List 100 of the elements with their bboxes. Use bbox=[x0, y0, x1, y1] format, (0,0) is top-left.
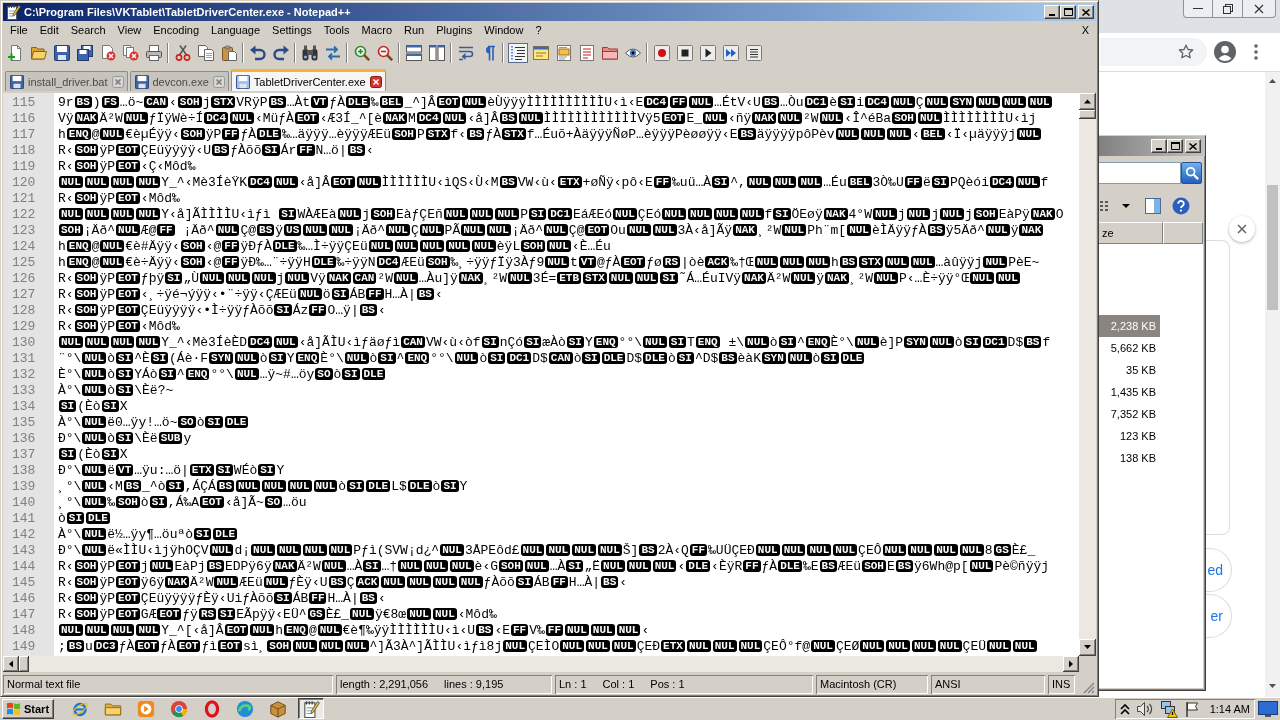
close-icon[interactable] bbox=[369, 75, 382, 88]
list-icon[interactable] bbox=[745, 45, 762, 61]
show-desktop-icon[interactable] bbox=[1258, 700, 1278, 717]
close-all-icon[interactable] bbox=[122, 45, 139, 61]
search-field[interactable] bbox=[1098, 162, 1181, 184]
profile-icon[interactable] bbox=[1214, 41, 1236, 63]
menu-item[interactable]: Plugins bbox=[430, 22, 479, 39]
caret-down-icon[interactable] bbox=[1122, 204, 1130, 208]
clock[interactable]: 1:14 AM bbox=[1209, 702, 1250, 715]
menu-item[interactable]: Encoding bbox=[147, 22, 206, 39]
side-panes-icon[interactable] bbox=[428, 45, 445, 61]
text-wrap-icon[interactable] bbox=[457, 45, 474, 61]
browser-circle-icon bbox=[170, 699, 188, 718]
save-icon[interactable] bbox=[53, 45, 70, 61]
line-number: 128 bbox=[11, 303, 37, 319]
speaker-icon[interactable] bbox=[1135, 700, 1154, 717]
menu-item[interactable]: View bbox=[111, 22, 148, 39]
stacked-panes-icon[interactable] bbox=[405, 45, 422, 61]
swap-arrows-icon[interactable] bbox=[324, 45, 341, 61]
minimize-icon bbox=[1156, 148, 1162, 150]
address-field[interactable] bbox=[1100, 38, 1207, 66]
copy-icon[interactable] bbox=[197, 45, 214, 61]
clipboard-icon[interactable] bbox=[220, 45, 237, 61]
close-file-icon[interactable] bbox=[99, 45, 116, 61]
zoom-in-icon[interactable] bbox=[353, 45, 370, 61]
horizontal-scrollbar[interactable] bbox=[3, 656, 1096, 672]
menu-item[interactable]: File bbox=[4, 22, 34, 39]
notepad-icon bbox=[5, 4, 21, 20]
column-header[interactable] bbox=[1163, 222, 1203, 244]
view-grid-icon[interactable] bbox=[1100, 201, 1108, 211]
menu-item[interactable]: Language bbox=[205, 22, 267, 39]
line-number: 131 bbox=[11, 351, 37, 367]
line-number: 145 bbox=[11, 575, 37, 591]
column-header[interactable]: ze bbox=[1098, 222, 1163, 244]
resize-grip-icon[interactable] bbox=[1083, 682, 1095, 694]
restore-button[interactable] bbox=[1213, 0, 1243, 18]
menu-item[interactable]: ? bbox=[529, 22, 548, 39]
eye-icon[interactable] bbox=[624, 45, 641, 61]
maximize-button[interactable] bbox=[1167, 139, 1183, 153]
flag-icon[interactable] bbox=[1183, 700, 1200, 717]
menu-item[interactable]: Run bbox=[398, 22, 431, 39]
vertical-scrollbar[interactable] bbox=[1079, 93, 1096, 656]
binoculars-icon[interactable] bbox=[301, 45, 318, 61]
star-icon[interactable] bbox=[1178, 44, 1194, 60]
window-icon[interactable] bbox=[532, 45, 549, 61]
menu-item[interactable]: Edit bbox=[33, 22, 65, 39]
file-size-cell[interactable]: 2,238 KB bbox=[1098, 315, 1160, 337]
file-size-cell[interactable]: 123 KB bbox=[1098, 425, 1160, 447]
save-all-icon[interactable] bbox=[76, 45, 93, 61]
close-document-button[interactable]: X bbox=[1077, 22, 1093, 39]
line-number: 118 bbox=[11, 143, 37, 159]
folder-icon[interactable] bbox=[30, 45, 47, 61]
menu-item[interactable]: Settings bbox=[266, 22, 318, 39]
tab[interactable]: install_driver.bat bbox=[5, 71, 128, 91]
help-icon[interactable] bbox=[1172, 197, 1190, 215]
code-line: Ð°\ NUL ë«ÌÌU‹ìjÿhOÇV NUL d¡ NUL NUL NUL NUL Pƒì(SVW¡d¿^ NUL 3ÅPEôd£ NUL NUL NUL NUL Š] BS 2À‹Q FF ‰UÜÇEÐ NUL NUL NUL NUL ÇEÔ NUL NUL NUL NUL 8 GS È£_ bbox=[58, 543, 1036, 559]
menu-item[interactable]: Search bbox=[64, 22, 112, 39]
file-size-cell[interactable]: 7,352 KB bbox=[1098, 403, 1160, 425]
menu-item[interactable]: Window bbox=[478, 22, 530, 39]
play-icon[interactable] bbox=[699, 45, 716, 61]
network-warning-icon[interactable] bbox=[1159, 699, 1178, 718]
print-icon[interactable] bbox=[145, 45, 162, 61]
file-size-cell[interactable]: 5,662 KB bbox=[1098, 337, 1160, 359]
code-line: R‹ SOH ÿP EOT ÇEüÿÿÿÿ‹U BS ƒÀõõ SI Ár FF N…ö| BS ‹ bbox=[58, 143, 374, 159]
search-button[interactable] bbox=[1181, 162, 1202, 184]
scissors-icon[interactable] bbox=[174, 45, 191, 61]
tab[interactable]: TabletDriverCenter.exe bbox=[230, 69, 386, 91]
line-number: 141 bbox=[11, 511, 37, 527]
menu-icon[interactable] bbox=[1254, 44, 1258, 60]
file-type-label: Normal text file bbox=[7, 677, 81, 692]
indent-lines-icon[interactable] bbox=[507, 43, 528, 63]
redo-icon[interactable] bbox=[272, 45, 289, 61]
file-size-cell[interactable]: 1,435 KB bbox=[1098, 381, 1160, 403]
menu-item[interactable]: Macro bbox=[355, 22, 399, 39]
preview-pane-icon[interactable] bbox=[1145, 198, 1161, 214]
outlined-button[interactable]: ed bbox=[1206, 548, 1232, 592]
fast-forward-icon[interactable] bbox=[722, 45, 739, 61]
cursor-line: Ln : 1 bbox=[559, 677, 587, 692]
close-button[interactable] bbox=[1243, 0, 1276, 18]
line-number: 149 bbox=[11, 639, 37, 655]
scrollbar[interactable] bbox=[1265, 72, 1280, 697]
tab[interactable]: devcon.exe bbox=[129, 71, 229, 91]
undo-icon[interactable] bbox=[249, 45, 266, 61]
record-icon[interactable] bbox=[653, 45, 670, 61]
maximize-button[interactable] bbox=[1060, 5, 1076, 19]
file-size-cell[interactable]: 138 KB bbox=[1098, 447, 1160, 469]
folder-icon[interactable] bbox=[601, 45, 618, 61]
stop-icon[interactable] bbox=[676, 45, 693, 61]
new-file-icon[interactable] bbox=[7, 45, 24, 61]
outlined-button[interactable]: er bbox=[1206, 594, 1232, 638]
start-button[interactable]: Start bbox=[2, 698, 54, 719]
zoom-out-icon[interactable] bbox=[376, 45, 393, 61]
menu-item[interactable]: Tools bbox=[317, 22, 356, 39]
chevron-up-icon[interactable] bbox=[1119, 702, 1130, 715]
code-line: SI (Èò SI X bbox=[58, 399, 128, 415]
file-size-cell[interactable]: 35 KB bbox=[1098, 359, 1160, 381]
page-overview-icon[interactable] bbox=[555, 45, 572, 61]
code-line: h ENQ @ NUL €è÷Äÿÿ‹ SOH ‹@ FF ÿÐ‰…¨÷ÿÿH DLE ‰÷ÿÿN DC4 ÆEü SOH ‰¸÷ÿÿƒÏÿ3Àƒ9 NUL t VT @ƒÀ EOT ƒø RS |òè ACK ‰†Œ NUL NUL NUL h BS STX NUL NUL …àûÿÿj NUL PèE~ bbox=[58, 255, 1040, 271]
line-number: 124 bbox=[11, 239, 37, 255]
taskbar-button[interactable] bbox=[298, 698, 324, 719]
